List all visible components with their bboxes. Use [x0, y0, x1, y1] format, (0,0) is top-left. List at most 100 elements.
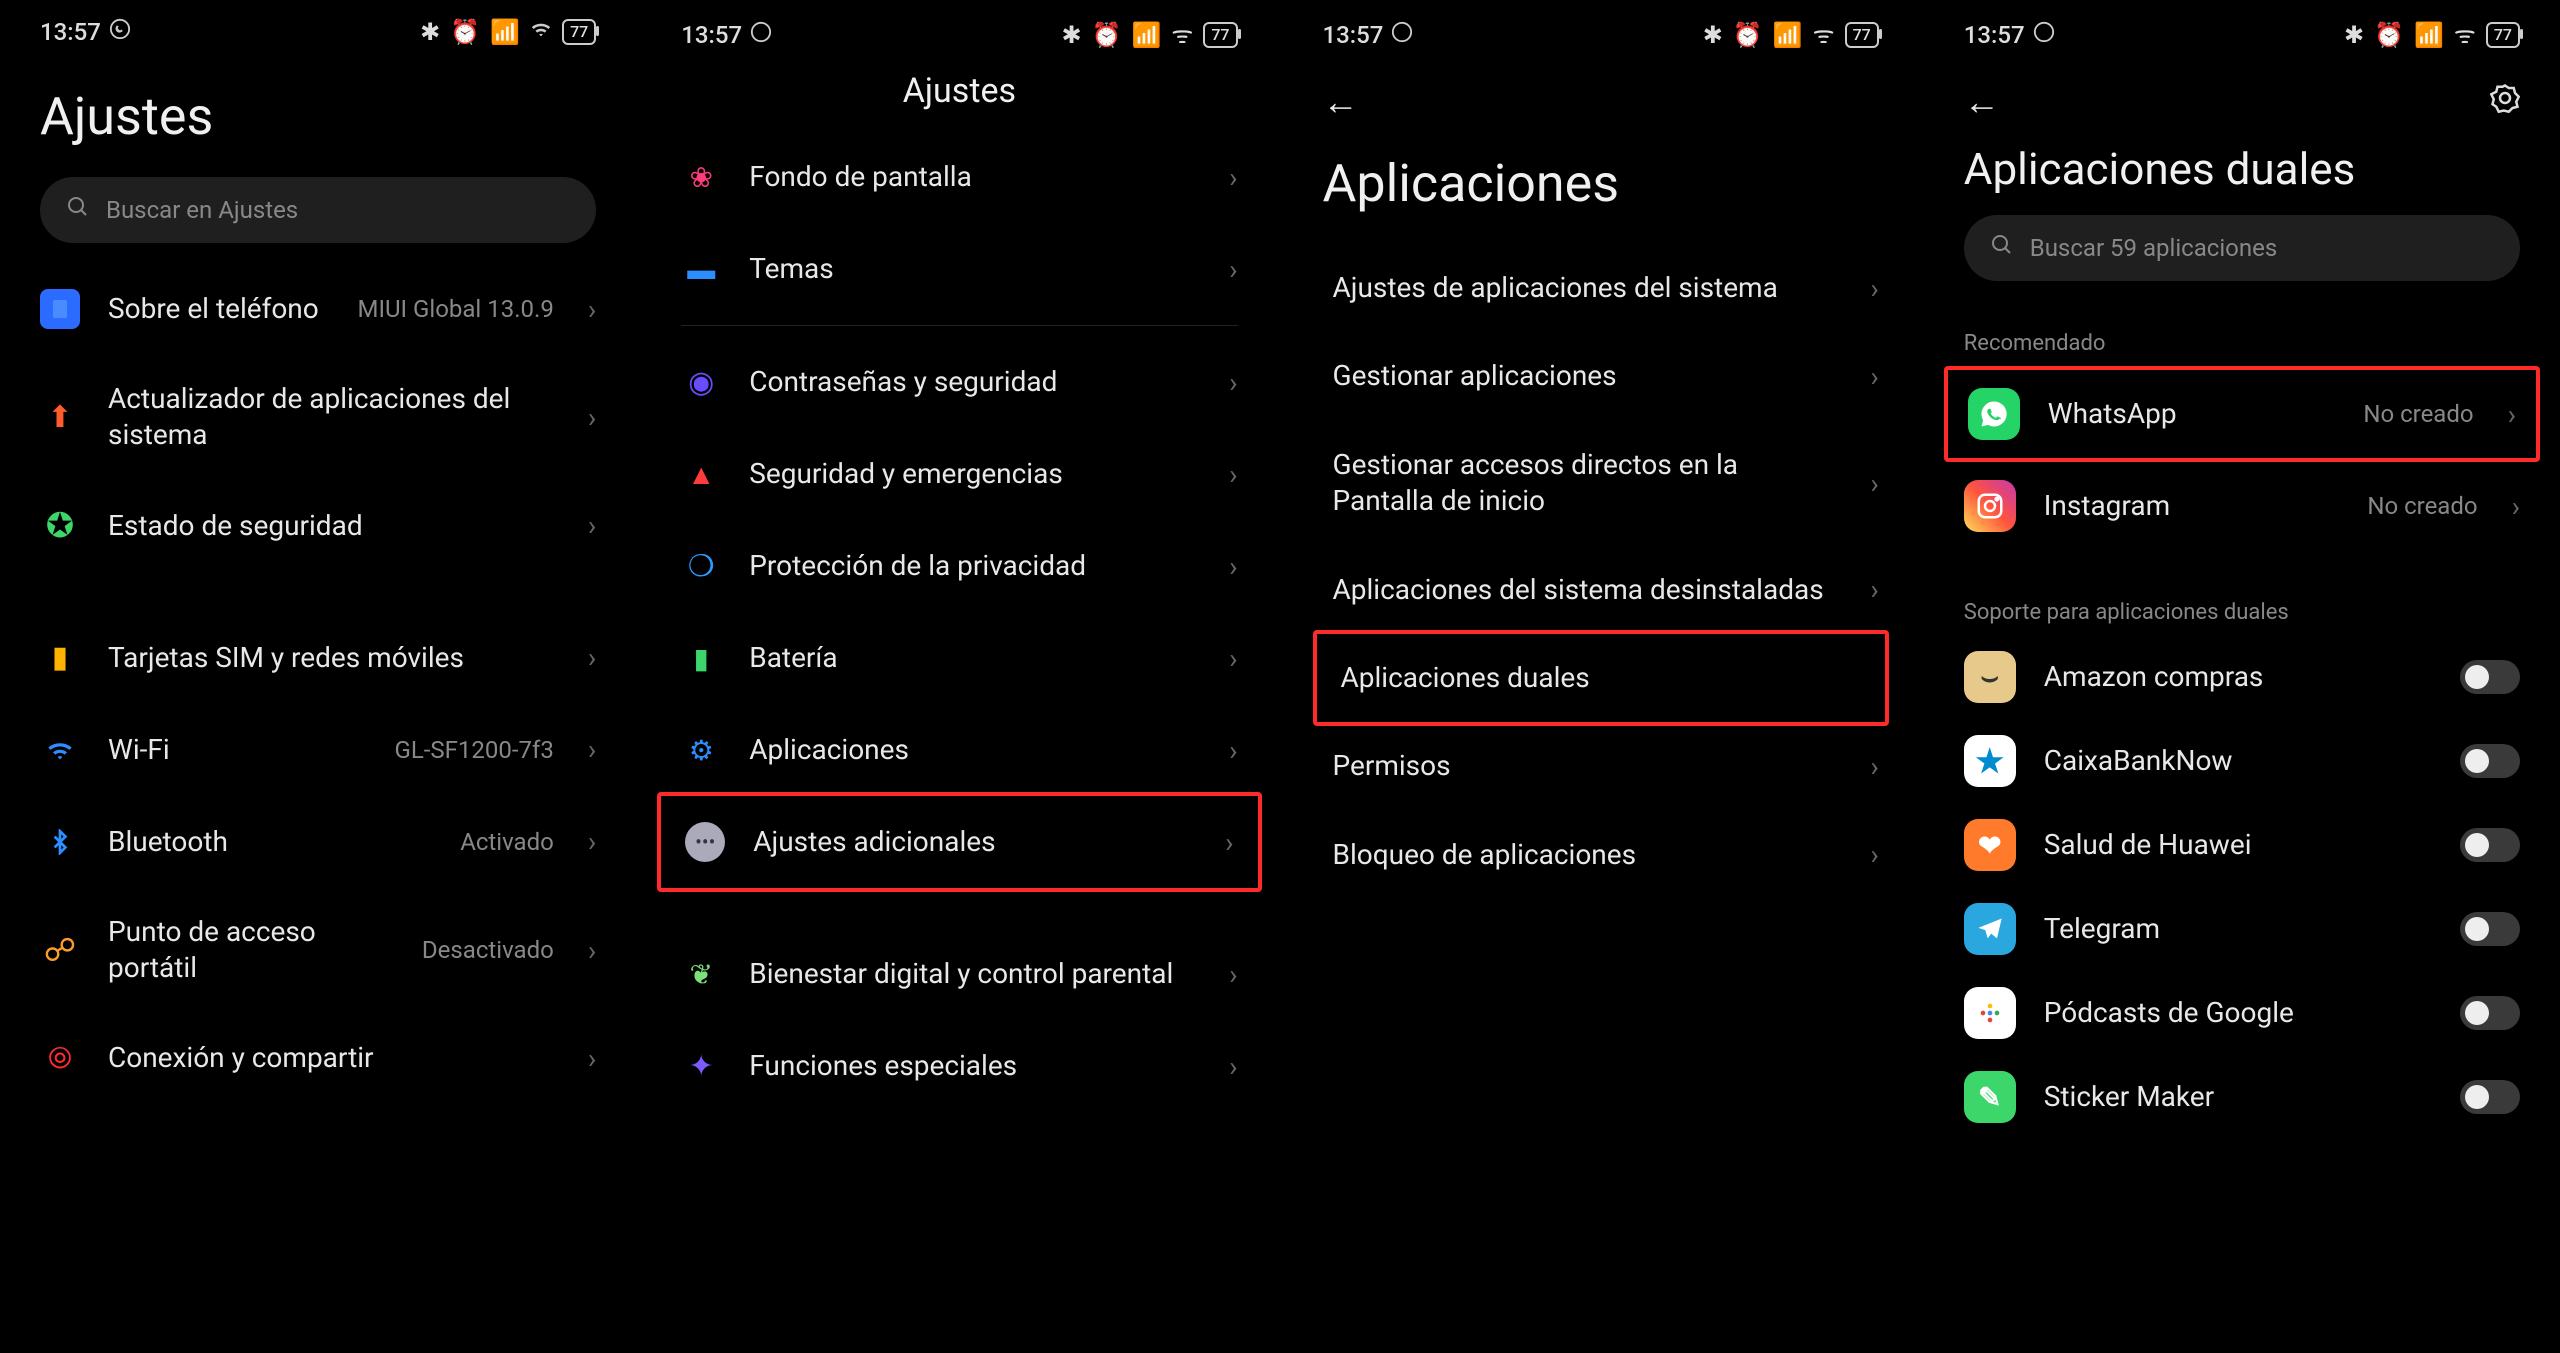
chevron-right-icon: ›: [1229, 161, 1237, 194]
row-additional-settings[interactable]: ••• Ajustes adicionales ›: [657, 792, 1261, 892]
row-amazon[interactable]: ⌣ Amazon compras: [1924, 635, 2560, 719]
search-placeholder: Buscar 59 aplicaciones: [2030, 234, 2277, 262]
row-dual-apps[interactable]: Aplicaciones duales: [1313, 630, 1889, 726]
caixa-app-icon: ★: [1964, 735, 2016, 787]
battery-icon: 77: [2486, 22, 2520, 48]
chevron-right-icon: ›: [588, 1042, 596, 1075]
row-label: Salud de Huawei: [2044, 827, 2432, 863]
chevron-right-icon: ›: [588, 509, 596, 542]
alarm-icon: ⏰: [2374, 21, 2404, 49]
row-privacy[interactable]: ❍ Protección de la privacidad ›: [641, 520, 1277, 612]
row-label: Punto de acceso portátil: [108, 914, 394, 987]
row-label: Protección de la privacidad: [749, 548, 1201, 584]
row-themes[interactable]: ▬ Temas ›: [641, 223, 1277, 315]
toggle[interactable]: [2460, 996, 2520, 1030]
chevron-right-icon: ›: [588, 934, 596, 967]
row-permissions[interactable]: Permisos ›: [1283, 722, 1919, 810]
row-value: GL-SF1200-7f3: [395, 736, 554, 764]
row-whatsapp[interactable]: WhatsApp No creado ›: [1944, 366, 2540, 462]
row-wellbeing[interactable]: ❦ Bienestar digital y control parental ›: [641, 928, 1277, 1020]
row-label: Bluetooth: [108, 824, 432, 860]
row-passwords[interactable]: ◉ Contraseñas y seguridad ›: [641, 336, 1277, 428]
battery-icon: 77: [562, 19, 596, 45]
row-special[interactable]: ✦ Funciones especiales ›: [641, 1020, 1277, 1112]
status-bar: 13:57 ✱ ⏰ 📶 ᯤ 77: [641, 0, 1277, 61]
page-title: Ajustes: [903, 71, 1016, 111]
toggle[interactable]: [2460, 744, 2520, 778]
search-icon: [66, 195, 90, 225]
row-battery[interactable]: ▮ Batería ›: [641, 612, 1277, 704]
row-label: Fondo de pantalla: [749, 159, 1201, 195]
row-salud[interactable]: ❤ Salud de Huawei: [1924, 803, 2560, 887]
status-bar: 13:57 ✱ ⏰ 📶 ᯤ 77: [1283, 0, 1919, 61]
row-label: Bloqueo de aplicaciones: [1333, 837, 1843, 873]
battery-icon: 77: [1203, 22, 1237, 48]
toggle[interactable]: [2460, 828, 2520, 862]
row-security-state[interactable]: ✪ Estado de seguridad ›: [0, 480, 636, 572]
back-icon[interactable]: ←: [1323, 81, 1359, 123]
chevron-right-icon: ›: [1229, 458, 1237, 491]
row-label: Ajustes adicionales: [753, 824, 1197, 860]
page-title: Ajustes: [0, 56, 636, 177]
sticker-maker-app-icon: ✎: [1964, 1071, 2016, 1123]
page-title: Aplicaciones duales: [1924, 123, 2560, 215]
row-label: Batería: [749, 640, 1201, 676]
search-icon: [1990, 233, 2014, 263]
status-time: 13:57: [681, 21, 742, 49]
search-input[interactable]: Buscar 59 aplicaciones: [1964, 215, 2520, 281]
chevron-right-icon: ›: [1870, 467, 1878, 500]
toggle[interactable]: [2460, 660, 2520, 694]
whatsapp-icon: [109, 18, 131, 46]
row-manage-shortcuts[interactable]: Gestionar accesos directos en la Pantall…: [1283, 421, 1919, 546]
toggle[interactable]: [2460, 1080, 2520, 1114]
row-value: Activado: [460, 828, 554, 856]
row-apps[interactable]: ⚙ Aplicaciones ›: [641, 704, 1277, 796]
bluetooth-icon: ✱: [1062, 21, 1082, 49]
row-label: Instagram: [2044, 488, 2340, 524]
row-app-lock[interactable]: Bloqueo de aplicaciones ›: [1283, 811, 1919, 899]
row-hotspot[interactable]: ☍ Punto de acceso portátil Desactivado ›: [0, 888, 636, 1013]
row-label: WhatsApp: [2048, 396, 2336, 432]
whatsapp-icon: [1391, 21, 1413, 49]
row-bluetooth[interactable]: Bluetooth Activado ›: [0, 796, 636, 888]
row-podcasts[interactable]: Pódcasts de Google: [1924, 971, 2560, 1055]
row-instagram[interactable]: Instagram No creado ›: [1924, 462, 2560, 550]
back-icon[interactable]: ←: [1964, 81, 2000, 123]
chevron-right-icon: ›: [1870, 272, 1878, 305]
row-telegram[interactable]: Telegram: [1924, 887, 2560, 971]
row-about-phone[interactable]: Sobre el teléfono MIUI Global 13.0.9 ›: [0, 263, 636, 355]
toggle[interactable]: [2460, 912, 2520, 946]
row-sticker[interactable]: ✎ Sticker Maker: [1924, 1055, 2560, 1139]
huawei-health-app-icon: ❤: [1964, 819, 2016, 871]
row-label: Pódcasts de Google: [2044, 995, 2432, 1031]
shield-icon: ✪: [40, 506, 80, 546]
row-system-updater[interactable]: ⬆ Actualizador de aplicaciones del siste…: [0, 355, 636, 480]
phone-icon: [40, 289, 80, 329]
amazon-app-icon: ⌣: [1964, 651, 2016, 703]
screen-aplicaciones: 13:57 ✱ ⏰ 📶 ᯤ 77 ← Aplicaciones Ajustes …: [1283, 0, 1919, 1353]
row-label: Telegram: [2044, 911, 2432, 947]
fingerprint-icon: ◉: [681, 362, 721, 402]
screen-dual-apps: 13:57 ✱ ⏰ 📶 ᯤ 77 ← Aplicaciones duales B…: [1924, 0, 2560, 1353]
gear-icon[interactable]: [2490, 83, 2520, 121]
row-manage-apps[interactable]: Gestionar aplicaciones ›: [1283, 332, 1919, 420]
row-wifi[interactable]: Wi-Fi GL-SF1200-7f3 ›: [0, 704, 636, 796]
gear-icon: ⚙: [681, 730, 721, 770]
row-emergency[interactable]: ▲ Seguridad y emergencias ›: [641, 428, 1277, 520]
row-system-app-settings[interactable]: Ajustes de aplicaciones del sistema ›: [1283, 244, 1919, 332]
row-caixa[interactable]: ★ CaixaBankNow: [1924, 719, 2560, 803]
instagram-app-icon: [1964, 480, 2016, 532]
chevron-right-icon: ›: [1870, 750, 1878, 783]
wallpaper-icon: ❀: [681, 157, 721, 197]
row-wallpaper[interactable]: ❀ Fondo de pantalla ›: [641, 131, 1277, 223]
row-uninstalled-system[interactable]: Aplicaciones del sistema desinstaladas ›: [1283, 546, 1919, 634]
sim-icon: ▮: [40, 638, 80, 678]
bluetooth-icon: ✱: [1703, 21, 1723, 49]
search-input[interactable]: Buscar en Ajustes: [40, 177, 596, 243]
row-value: MIUI Global 13.0.9: [358, 295, 554, 323]
row-share[interactable]: ⦾ Conexión y compartir ›: [0, 1013, 636, 1105]
row-sim[interactable]: ▮ Tarjetas SIM y redes móviles ›: [0, 612, 636, 704]
chevron-right-icon: ›: [588, 825, 596, 858]
row-label: Sticker Maker: [2044, 1079, 2432, 1115]
bluetooth-icon: [40, 822, 80, 862]
